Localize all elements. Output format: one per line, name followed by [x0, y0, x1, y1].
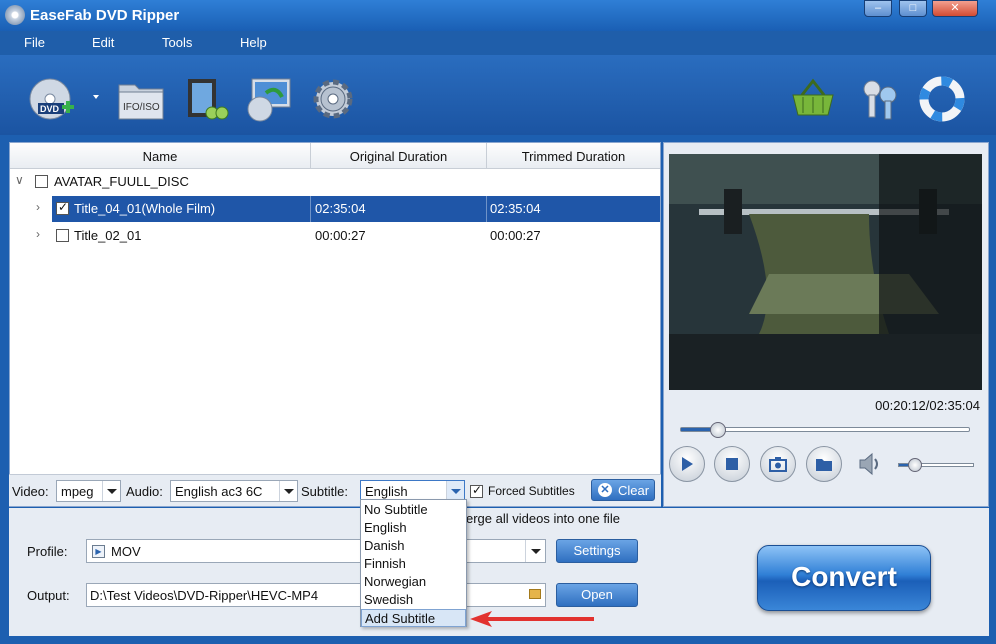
subtitle-option-finnish[interactable]: Finnish — [361, 555, 466, 573]
output-label: Output: — [27, 588, 70, 603]
window-title: EaseFab DVD Ripper — [30, 7, 180, 24]
subtitle-option-english[interactable]: English — [361, 519, 466, 537]
title-list: Name Original Duration Trimmed Duration … — [9, 142, 661, 507]
folder-browse-icon[interactable] — [529, 589, 541, 599]
settings-button[interactable]: Settings — [556, 539, 638, 563]
folder-icon — [816, 459, 832, 471]
buy-basket-icon[interactable] — [788, 75, 838, 123]
app-disc-icon — [5, 5, 25, 25]
disc-row[interactable]: ∨ AVATAR_FUULL_DISC — [10, 169, 660, 195]
trimmed-duration: 00:00:27 — [490, 228, 541, 243]
stop-icon — [726, 458, 738, 470]
clear-label: Clear — [618, 483, 650, 498]
menu-file[interactable]: File — [24, 35, 45, 50]
edit-video-icon[interactable] — [182, 75, 232, 123]
subtitle-option-swedish[interactable]: Swedish — [361, 591, 466, 609]
profile-value: MOV — [111, 544, 141, 559]
menu-bar: File Edit Tools Help — [0, 31, 996, 55]
original-duration: 00:00:27 — [315, 228, 366, 243]
load-ifo-iso-icon[interactable]: IFO/ISO — [116, 75, 166, 123]
original-duration: 02:35:04 — [315, 201, 366, 216]
video-label: Video: — [12, 484, 49, 499]
forced-subtitles-checkbox[interactable] — [470, 483, 483, 498]
close-button[interactable]: ✕ — [932, 0, 978, 17]
minimize-button[interactable]: – — [864, 0, 892, 17]
menu-tools[interactable]: Tools — [162, 35, 192, 50]
disc-checkbox[interactable] — [35, 175, 48, 188]
column-original-duration[interactable]: Original Duration — [311, 149, 486, 164]
seek-slider[interactable] — [680, 422, 970, 438]
audio-value: English ac3 6C — [175, 484, 263, 499]
title-name: Title_04_01(Whole Film) — [74, 201, 216, 216]
disc-name: AVATAR_FUULL_DISC — [54, 174, 189, 189]
forced-subtitles-label: Forced Subtitles — [488, 484, 575, 498]
subtitle-dropdown: No Subtitle English Danish Finnish Norwe… — [360, 499, 467, 627]
settings-gear-icon[interactable] — [308, 75, 358, 123]
chevron-down-icon[interactable] — [102, 481, 120, 501]
load-dvd-dropdown-arrow[interactable] — [93, 95, 99, 99]
video-preview — [669, 154, 982, 390]
title-name: Title_02_01 — [74, 228, 142, 243]
merge-label: erge all videos into one file — [466, 511, 620, 526]
stop-button[interactable] — [714, 446, 750, 482]
timecode: 00:20:12/02:35:04 — [875, 398, 980, 413]
play-icon — [682, 457, 693, 471]
subtitle-option-norwegian[interactable]: Norwegian — [361, 573, 466, 591]
table-row[interactable]: Title_02_01 00:00:27 00:00:27 — [52, 223, 660, 249]
snapshot-button[interactable] — [760, 446, 796, 482]
row-checkbox[interactable] — [56, 229, 69, 242]
volume-handle[interactable] — [908, 458, 923, 472]
subtitle-option-none[interactable]: No Subtitle — [361, 501, 466, 519]
options-bar: Video: mpeg Audio: English ac3 6C Subtit… — [9, 474, 661, 506]
expand-chevron-icon[interactable]: › — [36, 200, 40, 214]
menu-edit[interactable]: Edit — [92, 35, 114, 50]
svg-text:IFO/ISO: IFO/ISO — [123, 102, 160, 113]
volume-icon[interactable] — [857, 451, 883, 477]
clear-button[interactable]: ✕ Clear — [591, 479, 655, 501]
copy-dvd-icon[interactable] — [244, 75, 294, 123]
volume-slider[interactable] — [898, 458, 974, 472]
register-keys-icon[interactable] — [856, 75, 906, 123]
preview-panel: 00:20:12/02:35:04 — [663, 142, 989, 507]
chevron-down-icon[interactable] — [525, 540, 545, 562]
audio-label: Audio: — [126, 484, 163, 499]
video-value: mpeg — [61, 484, 94, 499]
column-name[interactable]: Name — [10, 149, 310, 164]
trimmed-duration: 02:35:04 — [490, 201, 541, 216]
camera-icon — [769, 457, 787, 472]
collapse-chevron-icon[interactable]: ∨ — [15, 173, 24, 187]
mov-format-icon: ▶ — [92, 545, 105, 558]
audio-select[interactable]: English ac3 6C — [170, 480, 298, 502]
subtitle-value: English — [365, 484, 408, 499]
open-folder-button[interactable] — [806, 446, 842, 482]
seek-handle[interactable] — [710, 422, 727, 438]
subtitle-option-add[interactable]: Add Subtitle — [361, 609, 466, 627]
play-button[interactable] — [669, 446, 705, 482]
open-button[interactable]: Open — [556, 583, 638, 607]
profile-select[interactable]: ▶ MOV — [86, 539, 546, 563]
list-header: Name Original Duration Trimmed Duration — [10, 143, 660, 169]
clear-x-icon: ✕ — [598, 483, 612, 497]
expand-chevron-icon[interactable]: › — [36, 227, 40, 241]
profile-label: Profile: — [27, 544, 68, 559]
row-checkbox[interactable] — [56, 200, 69, 215]
help-lifebuoy-icon[interactable] — [918, 75, 968, 123]
chevron-down-icon[interactable] — [279, 481, 297, 501]
toolbar: DVD IFO/ISO — [0, 55, 996, 135]
maximize-button[interactable]: □ — [899, 0, 927, 17]
table-row[interactable]: Title_04_01(Whole Film) 02:35:04 02:35:0… — [52, 196, 660, 222]
chevron-down-icon[interactable] — [446, 481, 464, 501]
subtitle-option-danish[interactable]: Danish — [361, 537, 466, 555]
output-path-field[interactable]: D:\Test Videos\DVD-Ripper\HEVC-MP4 — [86, 583, 546, 607]
svg-text:DVD: DVD — [40, 104, 60, 114]
title-bar: EaseFab DVD Ripper – □ ✕ — [0, 0, 996, 31]
convert-button[interactable]: Convert — [757, 545, 931, 611]
subtitle-label: Subtitle: — [301, 484, 348, 499]
output-path-value: D:\Test Videos\DVD-Ripper\HEVC-MP4 — [90, 588, 319, 603]
menu-help[interactable]: Help — [240, 35, 267, 50]
load-dvd-icon[interactable]: DVD — [28, 75, 78, 123]
video-select[interactable]: mpeg — [56, 480, 121, 502]
annotation-arrow-icon — [470, 611, 594, 627]
column-trimmed-duration[interactable]: Trimmed Duration — [487, 149, 660, 164]
